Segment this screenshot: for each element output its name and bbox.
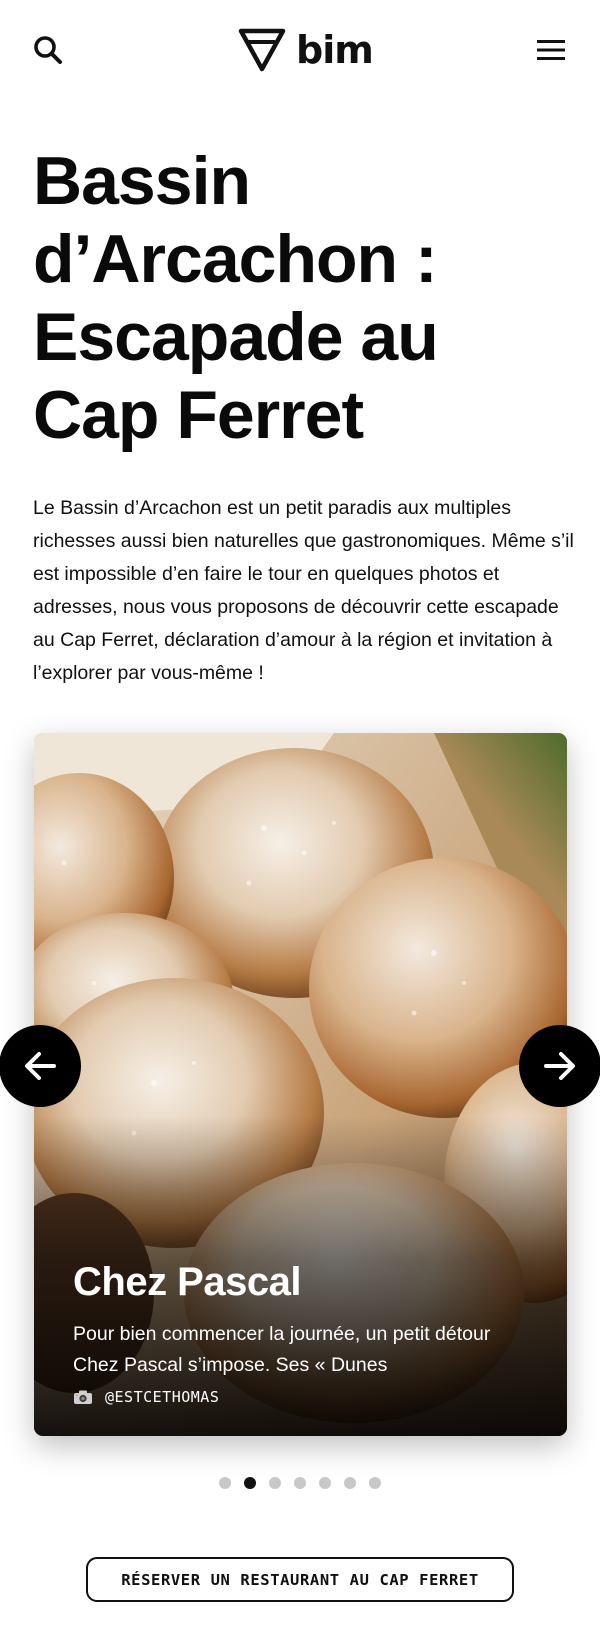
search-icon: [34, 36, 62, 64]
carousel-prev-button[interactable]: [0, 1025, 81, 1107]
carousel-dot[interactable]: [244, 1477, 256, 1489]
photo-credit-handle: @ESTCETHOMAS: [105, 1388, 220, 1406]
site-header: bim: [0, 0, 600, 100]
slide-title: Chez Pascal: [73, 1260, 301, 1304]
arrow-right-icon: [544, 1052, 575, 1080]
hamburger-menu-icon: [537, 40, 565, 60]
search-button[interactable]: [32, 34, 64, 66]
carousel-dot[interactable]: [219, 1477, 231, 1489]
site-logo[interactable]: bim: [238, 28, 374, 72]
carousel-dot[interactable]: [294, 1477, 306, 1489]
carousel-dot[interactable]: [269, 1477, 281, 1489]
logo-text: bim: [296, 28, 374, 72]
carousel-next-button[interactable]: [519, 1025, 600, 1107]
title-line: d’Arcachon :: [33, 221, 438, 297]
carousel-pagination: [219, 1477, 381, 1489]
slide-description: Pour bien commencer la journée, un petit…: [73, 1323, 491, 1376]
arrow-left-icon: [25, 1052, 56, 1080]
carousel-dot[interactable]: [369, 1477, 381, 1489]
logo-mark-icon: [238, 28, 286, 72]
carousel-dot[interactable]: [344, 1477, 356, 1489]
menu-button[interactable]: [536, 38, 566, 62]
title-line: Bassin: [33, 143, 251, 219]
title-line: Escapade au: [33, 299, 439, 375]
carousel-slide[interactable]: Chez Pascal Pour bien commencer la journ…: [34, 733, 567, 1436]
title-line: Cap Ferret: [33, 377, 364, 453]
article-intro: Le Bassin d’Arcachon est un petit paradi…: [33, 497, 574, 684]
carousel-dot[interactable]: [319, 1477, 331, 1489]
page-title: Bassin d’Arcachon : Escapade au Cap Ferr…: [33, 142, 573, 454]
camera-icon: [74, 1390, 92, 1404]
book-restaurant-button[interactable]: RÉSERVER UN RESTAURANT AU CAP FERRET: [86, 1557, 514, 1602]
photo-credit[interactable]: @ESTCETHOMAS: [73, 1388, 219, 1406]
